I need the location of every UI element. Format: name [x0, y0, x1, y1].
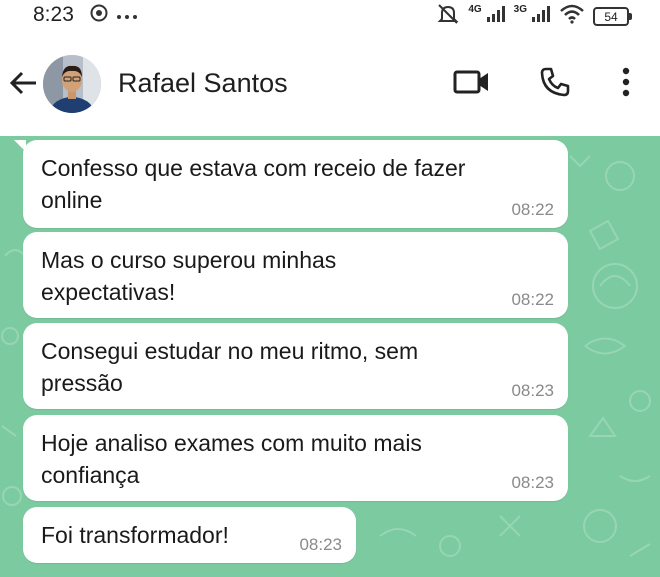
message-line: online: [41, 187, 103, 213]
message-line: confiança: [41, 462, 140, 488]
signal-4g-icon: [486, 5, 506, 28]
message-text: Confesso que estava com receio de fazer …: [41, 152, 465, 216]
message-line: Hoje analiso exames com muito mais: [41, 430, 422, 456]
network-4g-label: 4G: [468, 4, 482, 15]
message-text: Consegui estudar no meu ritmo, sem press…: [41, 335, 418, 399]
phone-icon: [539, 66, 571, 103]
message-bubble[interactable]: Foi transformador! 08:23: [23, 507, 356, 563]
more-notifications-icon: [116, 7, 138, 25]
battery-level: 54: [593, 7, 629, 26]
chrome-icon: [90, 4, 108, 27]
status-time: 8:23: [33, 3, 74, 26]
back-arrow-icon[interactable]: [8, 68, 38, 98]
signal-3g-icon: [531, 5, 551, 28]
message-bubble[interactable]: Consegui estudar no meu ritmo, sem press…: [23, 323, 568, 409]
message-time: 08:23: [511, 473, 554, 492]
more-options-button[interactable]: [606, 64, 646, 104]
network-3g-label: 3G: [513, 4, 527, 15]
message-line: Consegui estudar no meu ritmo, sem: [41, 338, 419, 364]
status-bar: 8:23 4G 3G 54: [0, 0, 660, 30]
kebab-menu-icon: [622, 67, 630, 102]
video-call-button[interactable]: [452, 64, 492, 104]
message-text: Foi transformador!: [41, 519, 229, 551]
message-bubble[interactable]: Confesso que estava com receio de fazer …: [14, 140, 568, 228]
message-text: Mas o curso superou minhas expectativas!: [41, 244, 336, 308]
message-text: Hoje analiso exames com muito mais confi…: [41, 427, 422, 491]
message-line: pressão: [41, 370, 123, 396]
message-line: Confesso que estava com receio de fazer: [41, 155, 466, 181]
message-line: expectativas!: [41, 279, 176, 305]
voice-call-button[interactable]: [535, 64, 575, 104]
message-bubble[interactable]: Hoje analiso exames com muito mais confi…: [23, 415, 568, 501]
chat-header: Rafael Santos: [0, 30, 660, 136]
chat-area[interactable]: Confesso que estava com receio de fazer …: [0, 136, 660, 577]
wifi-icon: [559, 4, 585, 29]
avatar[interactable]: [43, 55, 101, 113]
message-bubble[interactable]: Mas o curso superou minhas expectativas!…: [23, 232, 568, 318]
message-time: 08:23: [299, 535, 342, 554]
video-camera-icon: [453, 68, 491, 101]
message-time: 08:22: [511, 290, 554, 309]
contact-name[interactable]: Rafael Santos: [118, 68, 288, 99]
message-time: 08:23: [511, 381, 554, 400]
message-time: 08:22: [511, 200, 554, 219]
message-line: Mas o curso superou minhas: [41, 247, 337, 273]
notifications-muted-icon: [436, 3, 460, 30]
message-line: Foi transformador!: [41, 522, 229, 548]
battery-icon: 54: [593, 7, 632, 26]
